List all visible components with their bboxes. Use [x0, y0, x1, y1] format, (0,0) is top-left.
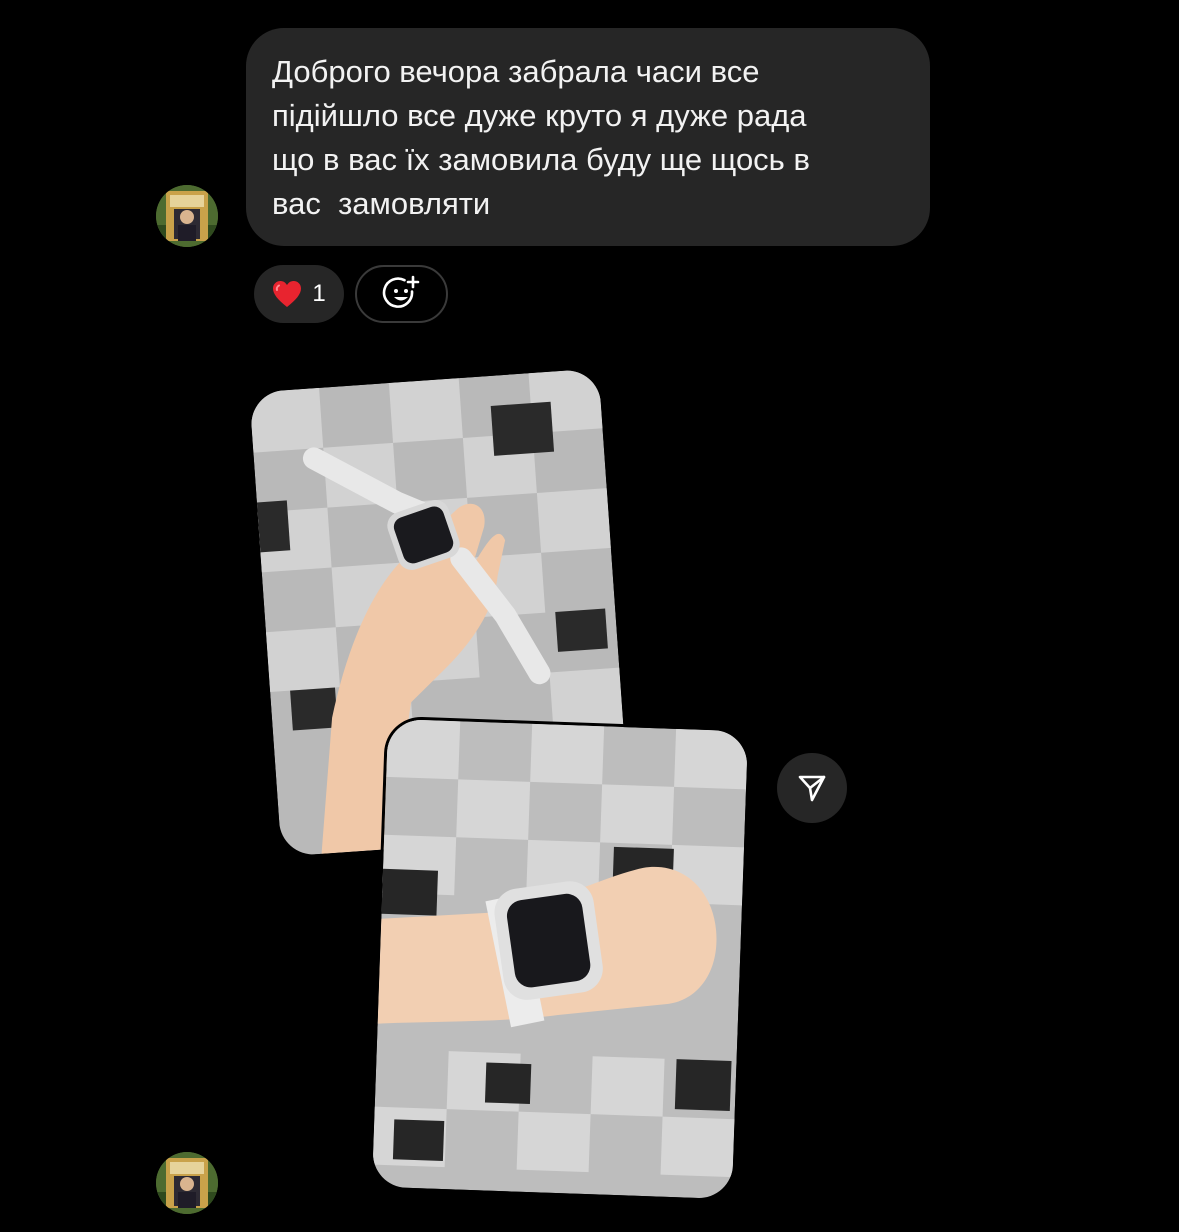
- add-reaction-button[interactable]: [355, 265, 448, 323]
- share-button[interactable]: [777, 753, 847, 823]
- heart-icon: [273, 281, 302, 307]
- avatar-image: [156, 185, 218, 247]
- add-reaction-smiley-icon: [382, 275, 419, 308]
- heart-reaction-button[interactable]: 1: [254, 265, 344, 323]
- photo-watch-on-wrist[interactable]: [371, 718, 749, 1200]
- sender-avatar-photo[interactable]: [156, 1152, 218, 1214]
- heart-reaction-count: 1: [312, 280, 326, 307]
- watch-on-wrist-image: [371, 718, 749, 1200]
- message-bubble[interactable]: Доброго вечора забрала часи все підійшло…: [246, 28, 930, 246]
- sender-avatar[interactable]: [156, 185, 218, 247]
- avatar-image: [156, 1152, 218, 1214]
- message-text: Доброго вечора забрала часи все підійшло…: [272, 54, 810, 221]
- paper-plane-icon: [798, 775, 826, 802]
